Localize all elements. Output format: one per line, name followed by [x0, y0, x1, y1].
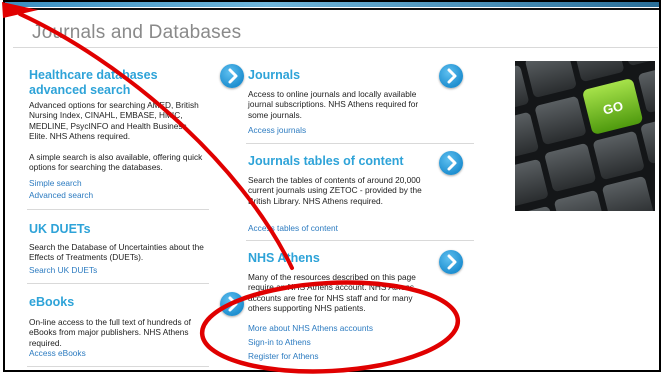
- left-divider-1: [27, 209, 209, 210]
- nhs-athens-title[interactable]: NHS Athens: [248, 251, 320, 266]
- chevron-right-icon: [228, 296, 238, 312]
- search-uk-duets-link[interactable]: Search UK DUETs: [29, 265, 97, 275]
- chevron-right-icon: [447, 155, 457, 171]
- ebooks-desc: On-line access to the full text of hundr…: [29, 317, 191, 348]
- journals-toc-title[interactable]: Journals tables of content: [248, 154, 404, 169]
- chevron-right-icon: [447, 68, 457, 84]
- simple-search-link[interactable]: Simple search: [29, 178, 82, 188]
- left-divider-2: [27, 283, 209, 284]
- chevron-right-icon: [228, 68, 238, 84]
- healthcare-databases-desc: Advanced options for searching AMED, Bri…: [29, 100, 199, 141]
- journals-toc-desc: Search the tables of contents of around …: [248, 175, 422, 206]
- title-divider: [13, 47, 658, 48]
- advanced-search-link[interactable]: Advanced search: [29, 190, 93, 200]
- access-journals-link[interactable]: Access journals: [248, 125, 306, 135]
- page-frame: Journals and Databases Healthcare databa…: [3, 0, 661, 372]
- journals-title[interactable]: Journals: [248, 68, 300, 83]
- header-border: [5, 8, 659, 10]
- register-athens-link[interactable]: Register for Athens: [248, 351, 319, 361]
- journals-desc: Access to online journals and locally av…: [248, 89, 419, 120]
- uk-duets-desc: Search the Database of Uncertainties abo…: [29, 242, 204, 263]
- nhs-athens-desc: Many of the resources described on this …: [248, 272, 416, 313]
- header-image-strip: [5, 2, 659, 7]
- healthcare-simple-desc: A simple search is also available, offer…: [29, 152, 203, 173]
- ebooks-go-button[interactable]: [220, 292, 244, 316]
- middle-divider-1: [246, 143, 474, 144]
- left-divider-3: [27, 366, 209, 367]
- ebooks-title[interactable]: eBooks: [29, 295, 74, 310]
- nhs-athens-go-button[interactable]: [439, 250, 463, 274]
- journals-toc-go-button[interactable]: [439, 151, 463, 175]
- more-about-athens-link[interactable]: More about NHS Athens accounts: [248, 323, 373, 333]
- healthcare-databases-title[interactable]: Healthcare databases advanced search: [29, 68, 179, 98]
- uk-duets-title[interactable]: UK DUETs: [29, 222, 91, 237]
- page-title: Journals and Databases: [32, 22, 242, 43]
- access-ebooks-link[interactable]: Access eBooks: [29, 348, 86, 358]
- chevron-right-icon: [447, 254, 457, 270]
- middle-divider-2: [246, 240, 474, 241]
- sign-in-athens-link[interactable]: Sign-in to Athens: [248, 337, 311, 347]
- journals-go-button[interactable]: [439, 64, 463, 88]
- healthcare-go-button[interactable]: [220, 64, 244, 88]
- keyboard-go-key-image: GO: [515, 61, 655, 211]
- access-toc-link[interactable]: Access tables of content: [248, 223, 338, 233]
